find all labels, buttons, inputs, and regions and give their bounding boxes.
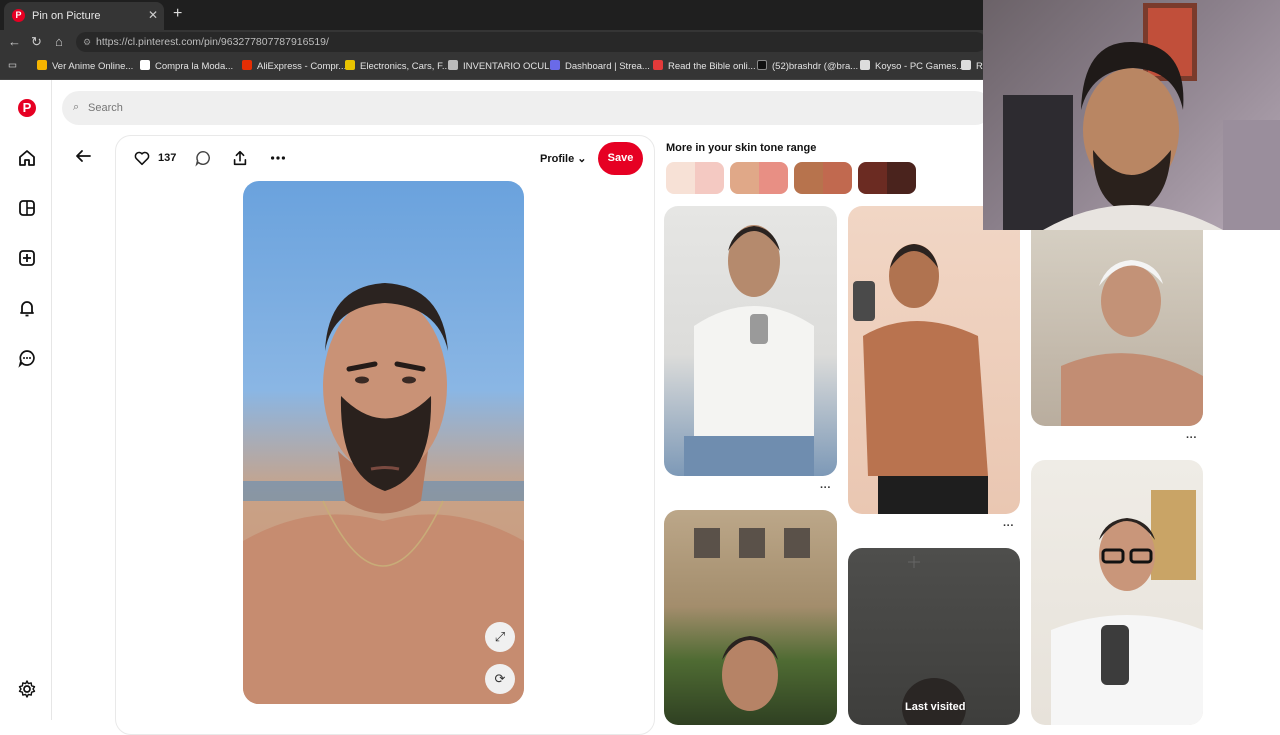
bookmark-favicon-icon [37, 60, 47, 70]
related-pin-image[interactable] [664, 510, 837, 725]
more-options-icon[interactable] [269, 149, 287, 167]
bookmark-item[interactable]: Electronics, Cars, F... [345, 60, 450, 72]
home-icon[interactable] [17, 148, 37, 168]
back-icon[interactable]: ← [8, 34, 21, 49]
bookmark-item[interactable]: AliExpress - Compr... [242, 60, 346, 72]
pinterest-logo-icon[interactable]: P [18, 99, 36, 117]
search-icon: ⌕ [73, 101, 80, 113]
bookmark-item[interactable]: Compra la Moda... [140, 60, 233, 72]
url-input[interactable]: ⚙ https://cl.pinterest.com/pin/963277807… [76, 32, 986, 52]
skin-tone-swatch[interactable] [858, 162, 916, 194]
tab-title: Pin on Picture [32, 10, 101, 22]
bookmark-item[interactable]: Koyso - PC Games... [860, 60, 964, 72]
related-pin-image[interactable] [1031, 206, 1203, 426]
related-pin-image[interactable] [1031, 460, 1203, 725]
bookmark-favicon-icon [448, 60, 458, 70]
last-visited-label: Last visited [905, 701, 966, 713]
related-pin-image[interactable] [848, 206, 1020, 514]
explore-icon[interactable] [17, 198, 37, 218]
messages-icon[interactable] [17, 348, 37, 368]
close-tab-icon[interactable]: ✕ [148, 8, 158, 22]
comment-icon[interactable] [194, 149, 212, 167]
home-browser-icon[interactable]: ⌂ [55, 34, 63, 49]
skin-tone-swatch[interactable] [794, 162, 852, 194]
related-heading: More in your skin tone range [666, 142, 817, 154]
bookmark-favicon-icon [653, 60, 663, 70]
expand-icon[interactable]: ⤢ [485, 622, 515, 652]
share-icon[interactable] [231, 149, 249, 167]
bookmark-favicon-icon [961, 60, 971, 70]
search-placeholder: Search [88, 102, 123, 114]
bookmark-favicon-icon [550, 60, 560, 70]
bookmark-item[interactable]: Read the Bible onli... [653, 60, 756, 72]
bookmark-favicon-icon [757, 60, 767, 70]
bookmark-item[interactable]: Dashboard | Strea... [550, 60, 650, 72]
left-sidebar [0, 80, 52, 720]
bookmark-item[interactable]: INVENTARIO OCUL... [448, 60, 557, 72]
more-options-icon[interactable]: ··· [1003, 520, 1014, 532]
more-options-icon[interactable]: ··· [820, 482, 831, 494]
reload-icon[interactable]: ↻ [31, 34, 42, 50]
create-icon[interactable] [17, 248, 37, 268]
settings-icon[interactable] [17, 679, 37, 699]
bookmark-favicon-icon [860, 60, 870, 70]
bookmark-favicon-icon [345, 60, 355, 70]
back-arrow-icon[interactable] [73, 146, 93, 166]
related-pin-image[interactable] [848, 548, 1020, 725]
profile-dropdown[interactable]: Profile ⌄ [540, 152, 587, 165]
man-portrait-illustration [243, 283, 524, 704]
skin-tone-swatch[interactable] [666, 162, 724, 194]
heart-icon[interactable] [133, 149, 151, 167]
pinterest-favicon-icon: P [12, 9, 25, 22]
bookmark-item[interactable]: (52)brashdr (@bra... [757, 60, 858, 72]
like-count: 137 [158, 152, 177, 164]
new-tab-icon[interactable]: + [173, 5, 182, 23]
pin-image[interactable]: ⤢ ⟳ [243, 181, 524, 704]
chevron-down-icon: ⌄ [577, 153, 587, 165]
search-input[interactable]: ⌕ Search [62, 91, 992, 125]
streamer-webcam-feed [1003, 3, 1280, 230]
save-button[interactable]: Save [598, 142, 643, 175]
browser-tab[interactable]: P Pin on Picture ✕ [4, 2, 164, 30]
webcam-overlay [983, 0, 1280, 230]
visual-search-icon[interactable]: ⟳ [485, 664, 515, 694]
notifications-icon[interactable] [17, 298, 37, 318]
url-text: https://cl.pinterest.com/pin/96327780778… [96, 36, 329, 48]
site-info-icon[interactable]: ⚙ [83, 32, 91, 52]
bookmarks-menu-icon[interactable]: ▭ [8, 60, 17, 71]
related-pin-image[interactable] [664, 206, 837, 476]
bookmark-item[interactable]: Ver Anime Online... [37, 60, 133, 72]
more-options-icon[interactable]: ··· [1186, 432, 1197, 444]
bookmark-favicon-icon [140, 60, 150, 70]
bookmark-favicon-icon [242, 60, 252, 70]
skin-tone-swatch[interactable] [730, 162, 788, 194]
